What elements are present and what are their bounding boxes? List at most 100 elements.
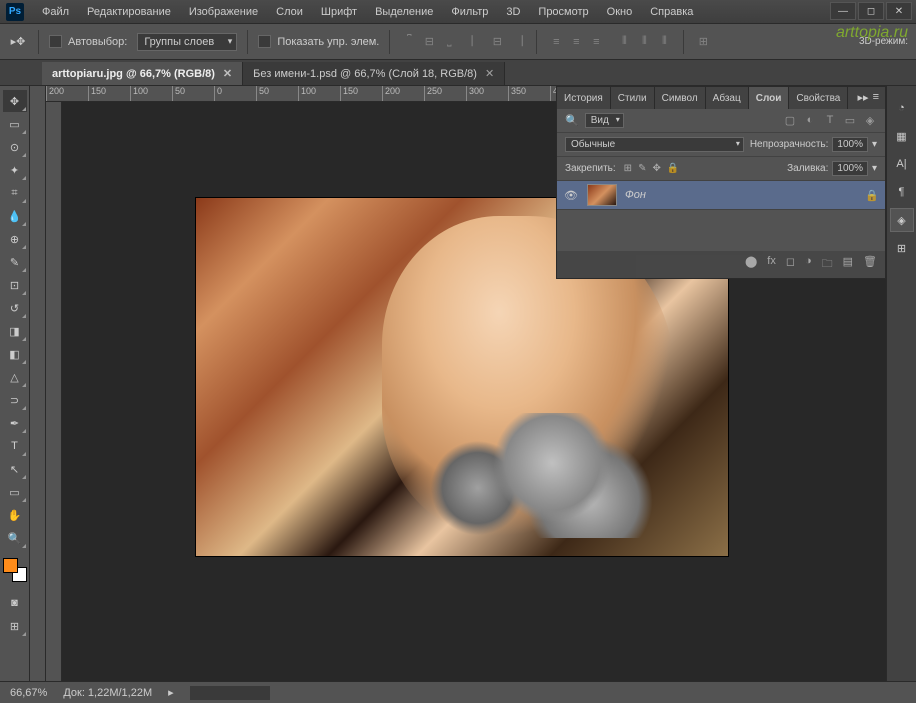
scrollbar-horizontal[interactable] — [190, 686, 270, 700]
menu-image[interactable]: Изображение — [181, 3, 266, 21]
align-left-icon[interactable]: ⎸ — [468, 33, 486, 51]
layer-item[interactable]: 👁 Фон 🔒 — [557, 181, 885, 210]
menu-3d[interactable]: 3D — [498, 3, 528, 21]
brush-tool[interactable]: ✎ — [3, 251, 27, 273]
autoselect-checkbox[interactable]: Автовыбор: — [49, 35, 127, 48]
zoom-level[interactable]: 66,67% — [10, 687, 47, 699]
move-tool[interactable]: ✥ — [3, 90, 27, 112]
close-icon[interactable]: ✕ — [485, 67, 494, 80]
autoselect-mode-dropdown[interactable]: Группы слоев — [137, 33, 237, 51]
lock-pixels-icon[interactable]: ✎ — [638, 163, 646, 174]
lock-position-icon[interactable]: ✥ — [652, 163, 660, 174]
filter-smart-icon[interactable]: ◈ — [863, 114, 877, 127]
chevron-down-icon[interactable]: ▾ — [872, 163, 877, 174]
doc-size[interactable]: Док: 1,22M/1,22M — [63, 687, 152, 699]
chevron-down-icon[interactable]: ▾ — [872, 139, 877, 150]
menu-edit[interactable]: Редактирование — [79, 3, 179, 21]
type-tool[interactable]: T — [3, 435, 27, 457]
fill-input[interactable]: 100% — [832, 161, 868, 176]
mask-icon[interactable]: ◻ — [786, 255, 795, 274]
close-icon[interactable]: ✕ — [223, 67, 232, 80]
dist-hcenter-icon[interactable]: ⦀ — [635, 33, 653, 51]
eraser-tool[interactable]: ◨ — [3, 320, 27, 342]
wand-tool[interactable]: ✦ — [3, 159, 27, 181]
document-tab-1[interactable]: arttopiaru.jpg @ 66,7% (RGB/8) ✕ — [42, 62, 243, 85]
dist-bottom-icon[interactable]: ≡ — [587, 33, 605, 51]
stamp-tool[interactable]: ⊡ — [3, 274, 27, 296]
dock-swatches-icon[interactable]: ▦ — [890, 124, 914, 148]
zoom-tool[interactable]: 🔍 — [3, 527, 27, 549]
dist-right-icon[interactable]: ⦀ — [655, 33, 673, 51]
filter-type-icon[interactable]: T — [823, 114, 837, 127]
color-swatches[interactable] — [3, 558, 27, 582]
filter-pixel-icon[interactable]: ▢ — [783, 114, 797, 127]
minimize-button[interactable]: — — [830, 2, 856, 20]
menu-type[interactable]: Шрифт — [313, 3, 365, 21]
layer-name[interactable]: Фон — [625, 189, 857, 201]
document-tab-2[interactable]: Без имени-1.psd @ 66,7% (Слой 18, RGB/8)… — [243, 62, 505, 85]
blur-tool[interactable]: △ — [3, 366, 27, 388]
dock-layers-icon[interactable]: ◈ — [890, 208, 914, 232]
align-bottom-icon[interactable]: ⎵ — [440, 33, 458, 51]
ruler-vertical[interactable] — [46, 102, 62, 681]
new-layer-icon[interactable]: ▤ — [843, 255, 853, 274]
delete-icon[interactable]: 🗑 — [863, 255, 877, 274]
tab-history[interactable]: История — [557, 87, 611, 109]
dock-paragraph-icon[interactable]: ¶ — [890, 180, 914, 204]
maximize-button[interactable]: ◻ — [858, 2, 884, 20]
align-top-icon[interactable]: ⎴ — [400, 33, 418, 51]
layer-thumbnail[interactable] — [587, 184, 617, 206]
dodge-tool[interactable]: ⊃ — [3, 389, 27, 411]
dist-vcenter-icon[interactable]: ≡ — [567, 33, 585, 51]
show-transform-checkbox[interactable]: Показать упр. элем. — [258, 35, 379, 48]
dist-left-icon[interactable]: ⦀ — [615, 33, 633, 51]
gradient-tool[interactable]: ◧ — [3, 343, 27, 365]
filter-shape-icon[interactable]: ▭ — [843, 114, 857, 127]
hand-tool[interactable]: ✋ — [3, 504, 27, 526]
blend-mode-dropdown[interactable]: Обычные — [565, 137, 744, 152]
chevron-right-icon[interactable]: ▸ — [168, 686, 174, 699]
menu-file[interactable]: Файл — [34, 3, 77, 21]
group-icon[interactable]: 🗀 — [822, 255, 833, 274]
tab-styles[interactable]: Стили — [611, 87, 655, 109]
menu-filter[interactable]: Фильтр — [443, 3, 496, 21]
dock-adjustments-icon[interactable]: ⊞ — [890, 236, 914, 260]
menu-view[interactable]: Просмотр — [530, 3, 596, 21]
fx-icon[interactable]: fx — [767, 255, 776, 274]
shape-tool[interactable]: ▭ — [3, 481, 27, 503]
opacity-input[interactable]: 100% — [832, 137, 868, 152]
foreground-color[interactable] — [3, 558, 18, 573]
filter-adjust-icon[interactable]: ◐ — [803, 114, 817, 127]
align-vcenter-icon[interactable]: ⊟ — [420, 33, 438, 51]
dist-top-icon[interactable]: ≡ — [547, 33, 565, 51]
menu-icon[interactable]: ≡ — [873, 91, 879, 105]
tab-layers[interactable]: Слои — [749, 87, 790, 109]
filter-type-dropdown[interactable]: Вид — [585, 113, 624, 128]
menu-window[interactable]: Окно — [599, 3, 641, 21]
marquee-tool[interactable]: ▭ — [3, 113, 27, 135]
lock-all-icon[interactable]: 🔒 — [667, 163, 679, 174]
pen-tool[interactable]: ✒ — [3, 412, 27, 434]
lasso-tool[interactable]: ⊙ — [3, 136, 27, 158]
close-button[interactable]: ✕ — [886, 2, 912, 20]
visibility-icon[interactable]: 👁 — [563, 189, 579, 202]
menu-layer[interactable]: Слои — [268, 3, 311, 21]
arrange-icon[interactable]: ⊞ — [694, 33, 712, 51]
align-right-icon[interactable]: ⎹ — [508, 33, 526, 51]
crop-tool[interactable]: ⌗ — [3, 182, 27, 204]
tab-properties[interactable]: Свойства — [789, 87, 848, 109]
panel-menu[interactable]: ▸▸ ≡ — [852, 87, 885, 109]
path-tool[interactable]: ↖ — [3, 458, 27, 480]
link-layers-icon[interactable]: ⬤ — [745, 255, 757, 274]
screenmode-tool[interactable]: ⊞ — [3, 615, 27, 637]
dock-histogram-icon[interactable]: ◔ — [890, 96, 914, 120]
menu-select[interactable]: Выделение — [367, 3, 441, 21]
history-brush-tool[interactable]: ↺ — [3, 297, 27, 319]
collapse-icon[interactable]: ▸▸ — [858, 91, 869, 105]
tab-paragraph[interactable]: Абзац — [706, 87, 749, 109]
align-hcenter-icon[interactable]: ⊟ — [488, 33, 506, 51]
tab-character[interactable]: Символ — [655, 87, 706, 109]
dock-character-icon[interactable]: A| — [890, 152, 914, 176]
lock-transparent-icon[interactable]: ⊞ — [624, 163, 632, 174]
adjustment-icon[interactable]: ◑ — [805, 255, 812, 274]
